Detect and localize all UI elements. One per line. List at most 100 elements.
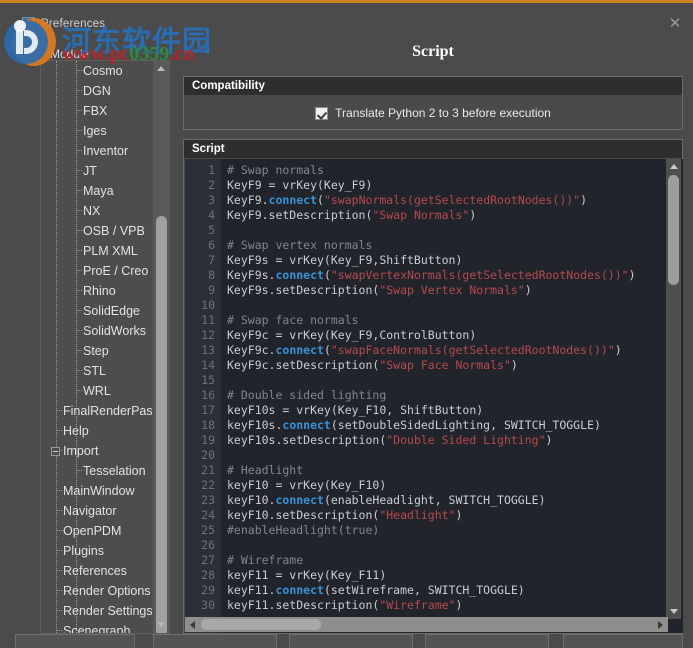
sidebar-item-label: Render Options: [63, 584, 151, 598]
sidebar-item-help[interactable]: Help: [41, 421, 153, 441]
sidebar-item-label: Help: [63, 424, 89, 438]
module-tree-scroll-area: Cosmo DGN FBX Iges Inventor JT Maya NX OSB / VPB…: [41, 61, 153, 633]
line-number: 30: [185, 598, 221, 613]
sidebar-item-nx[interactable]: NX: [41, 201, 153, 221]
close-icon[interactable]: ✕: [663, 14, 687, 34]
sidebar-item-maya[interactable]: Maya: [41, 181, 153, 201]
code-line: keyF10.connect(enableHeadlight, SWITCH_T…: [221, 493, 683, 508]
code-line: [221, 373, 683, 388]
line-number: 10: [185, 298, 221, 313]
sidebar-item-label: Step: [83, 344, 109, 358]
code-line: [221, 448, 683, 463]
sidebar-item-label: Inventor: [83, 144, 128, 158]
dialog-button-5[interactable]: [563, 634, 683, 648]
sidebar-item-label: MainWindow: [63, 484, 135, 498]
sidebar-item-label: Maya: [83, 184, 114, 198]
line-number: 9: [185, 283, 221, 298]
sidebar-item-label: PLM XML: [83, 244, 138, 258]
sidebar-item-render-settings[interactable]: Render Settings: [41, 601, 153, 621]
line-number: 20: [185, 448, 221, 463]
dialog-button-4[interactable]: [425, 634, 549, 648]
editor-scroll-right-icon[interactable]: [653, 617, 668, 632]
code-line: [221, 538, 683, 553]
code-line: keyF10s = vrKey(Key_F10, ShiftButton): [221, 403, 683, 418]
code-line: keyF10s.setDescription("Double Sided Lig…: [221, 433, 683, 448]
editor-hscroll-thumb[interactable]: [201, 619, 321, 630]
line-number: 5: [185, 223, 221, 238]
code-line: # Swap normals: [221, 163, 683, 178]
module-tree-scrollbar[interactable]: [153, 61, 169, 633]
editor-vertical-scrollbar[interactable]: [666, 159, 681, 619]
module-tree[interactable]: Cosmo DGN FBX Iges Inventor JT Maya NX OSB / VPB…: [40, 60, 170, 634]
editor-scroll-down-icon[interactable]: [666, 604, 681, 619]
sidebar-item-tesselation[interactable]: Tesselation: [41, 461, 153, 481]
sidebar-item-plugins[interactable]: Plugins: [41, 541, 153, 561]
sidebar-item-jt[interactable]: JT: [41, 161, 153, 181]
tree-expander-icon[interactable]: [51, 447, 60, 456]
sidebar-item-plm-xml[interactable]: PLM XML: [41, 241, 153, 261]
code-line: [221, 298, 683, 313]
sidebar-item-solidworks[interactable]: SolidWorks: [41, 321, 153, 341]
sidebar-item-proe-creo[interactable]: ProE / Creo: [41, 261, 153, 281]
dialog-button-2[interactable]: [153, 634, 277, 648]
sidebar-item-openpdm[interactable]: OpenPDM: [41, 521, 153, 541]
editor-horizontal-scrollbar[interactable]: [185, 617, 668, 632]
line-number: 4: [185, 208, 221, 223]
translate-python-label: Translate Python 2 to 3 before execution: [335, 106, 551, 120]
script-code-editor[interactable]: 1234567891011121314151617181920212223242…: [185, 159, 683, 633]
line-number: 21: [185, 463, 221, 478]
title-bar: Preferences ✕: [0, 6, 693, 36]
sidebar-item-osb-vpb[interactable]: OSB / VPB: [41, 221, 153, 241]
code-text-area[interactable]: # Swap normalsKeyF9 = vrKey(Key_F9)KeyF9…: [221, 159, 683, 633]
code-line: keyF11 = vrKey(Key_F11): [221, 568, 683, 583]
sidebar-item-render-options[interactable]: Render Options: [41, 581, 153, 601]
line-number: 18: [185, 418, 221, 433]
editor-scroll-left-icon[interactable]: [185, 617, 200, 632]
sidebar-item-references[interactable]: References: [41, 561, 153, 581]
editor-scroll-up-icon[interactable]: [666, 159, 681, 174]
scroll-up-icon[interactable]: [153, 61, 169, 77]
sidebar-item-stl[interactable]: STL: [41, 361, 153, 381]
dialog-button-1[interactable]: [15, 634, 135, 648]
code-line: KeyF9s.setDescription("Swap Vertex Norma…: [221, 283, 683, 298]
sidebar-item-label: JT: [83, 164, 97, 178]
sidebar-item-label: OSB / VPB: [83, 224, 145, 238]
sidebar-item-iges[interactable]: Iges: [41, 121, 153, 141]
sidebar-item-fbx[interactable]: FBX: [41, 101, 153, 121]
sidebar-item-step[interactable]: Step: [41, 341, 153, 361]
scrollbar-thumb[interactable]: [156, 216, 167, 634]
code-line: keyF10 = vrKey(Key_F10): [221, 478, 683, 493]
sidebar-item-wrl[interactable]: WRL: [41, 381, 153, 401]
sidebar-item-inventor[interactable]: Inventor: [41, 141, 153, 161]
preferences-window: Preferences ✕ Module CosmoDGNFBXIgesInve…: [0, 0, 693, 648]
sidebar-item-scenegraph[interactable]: Scenegraph: [41, 621, 153, 633]
translate-python-checkbox[interactable]: [315, 107, 328, 120]
compatibility-group-body: Translate Python 2 to 3 before execution: [184, 95, 682, 131]
code-line: KeyF9c = vrKey(Key_F9,ControlButton): [221, 328, 683, 343]
sidebar-item-dgn[interactable]: DGN: [41, 81, 153, 101]
sidebar-item-finalrenderpass[interactable]: FinalRenderPass: [41, 401, 153, 421]
editor-vscroll-thumb[interactable]: [668, 175, 679, 285]
sidebar-item-label: DGN: [83, 84, 111, 98]
line-number: 25: [185, 523, 221, 538]
line-number-gutter: 1234567891011121314151617181920212223242…: [185, 159, 221, 633]
sidebar-item-solidedge[interactable]: SolidEdge: [41, 301, 153, 321]
code-line: keyF11.connect(setWireframe, SWITCH_TOGG…: [221, 583, 683, 598]
script-group: Script 123456789101112131415161718192021…: [183, 139, 683, 634]
sidebar-item-label: FBX: [83, 104, 107, 118]
scroll-down-icon[interactable]: [153, 617, 169, 633]
sidebar-item-mainwindow[interactable]: MainWindow: [41, 481, 153, 501]
sidebar-item-label: Navigator: [63, 504, 117, 518]
sidebar-item-cosmo[interactable]: Cosmo: [41, 61, 153, 81]
sidebar-item-label: Scenegraph: [63, 624, 130, 633]
sidebar-item-import[interactable]: Import: [41, 441, 153, 461]
line-number: 8: [185, 268, 221, 283]
line-number: 16: [185, 388, 221, 403]
code-line: # Headlight: [221, 463, 683, 478]
sidebar-item-navigator[interactable]: Navigator: [41, 501, 153, 521]
code-line: KeyF9s.connect("swapVertexNormals(getSel…: [221, 268, 683, 283]
sidebar-item-rhino[interactable]: Rhino: [41, 281, 153, 301]
dialog-button-3[interactable]: [289, 634, 413, 648]
line-number: 7: [185, 253, 221, 268]
sidebar-item-label: Iges: [83, 124, 107, 138]
